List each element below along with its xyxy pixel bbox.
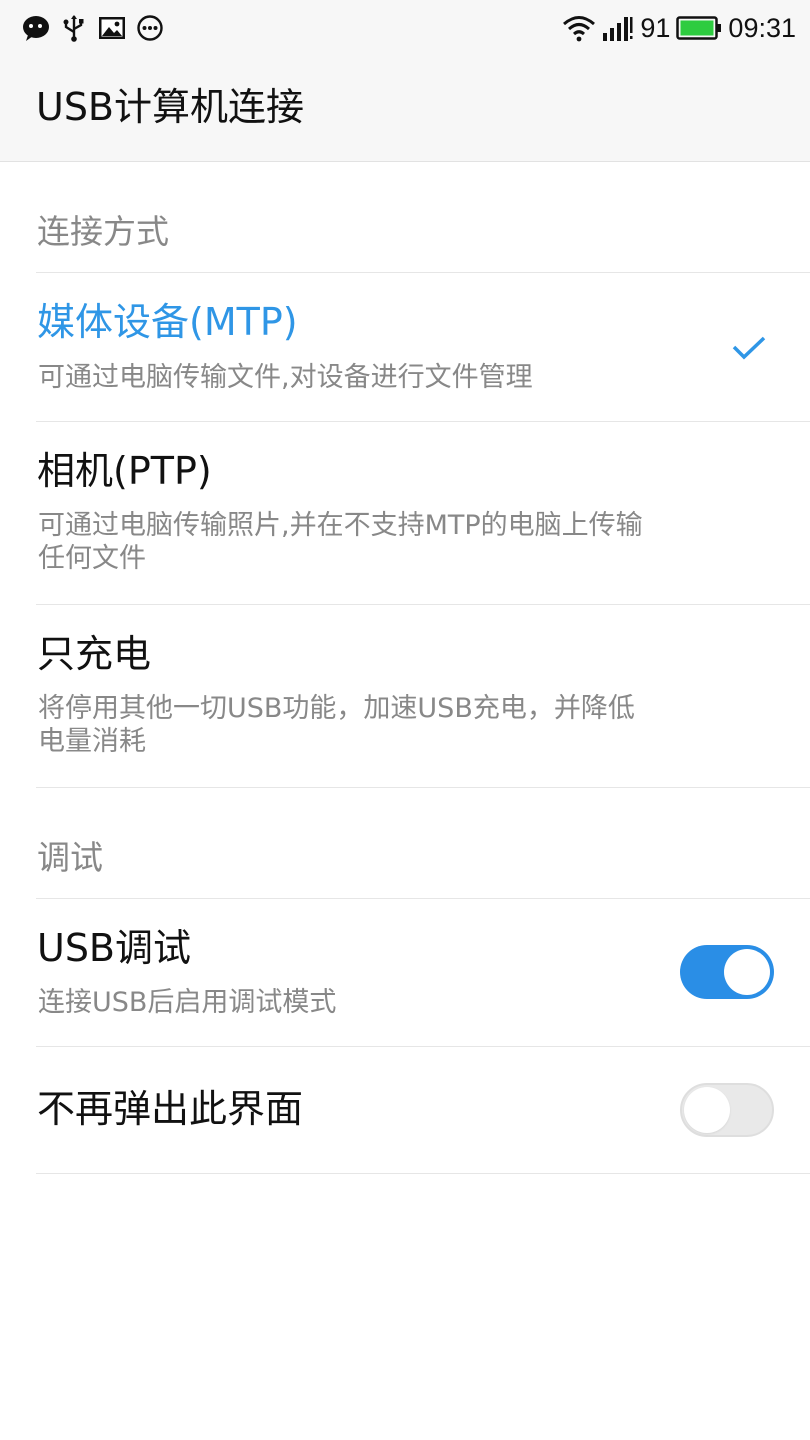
option-ptp-title: 相机(PTP): [37, 449, 212, 493]
app-header: USB计算机连接: [0, 56, 810, 162]
usb-debug-toggle[interactable]: [680, 945, 774, 999]
page-title: USB计算机连接: [36, 85, 305, 129]
usb-icon: [63, 15, 84, 42]
section-header-connection: 连接方式: [37, 212, 169, 251]
option-charge-only[interactable]: 只充电 将停用其他一切USB功能，加速USB充电，并降低电量消耗: [0, 605, 810, 787]
toggle-knob: [724, 949, 770, 995]
status-bar: 91 09:31: [0, 0, 810, 56]
section-header-debug: 调试: [37, 838, 103, 877]
option-mtp-title: 媒体设备(MTP): [37, 300, 298, 344]
divider: [36, 787, 810, 788]
option-mtp[interactable]: 媒体设备(MTP) 可通过电脑传输文件,对设备进行文件管理: [0, 273, 810, 421]
signal-icon: [603, 17, 633, 41]
gallery-icon: [99, 17, 125, 39]
option-charge-only-subtitle: 将停用其他一切USB功能，加速USB充电，并降低电量消耗: [38, 693, 635, 757]
toggle-knob: [684, 1087, 730, 1133]
more-dots-icon: [137, 15, 163, 41]
usb-debug-title: USB调试: [37, 926, 192, 970]
wifi-icon: [563, 16, 596, 42]
battery-icon: [676, 16, 722, 40]
option-charge-only-title: 只充电: [37, 632, 152, 676]
option-mtp-subtitle: 可通过电脑传输文件,对设备进行文件管理: [38, 362, 533, 393]
no-popup-title: 不再弹出此界面: [37, 1087, 304, 1131]
option-ptp[interactable]: 相机(PTP) 可通过电脑传输照片,并在不支持MTP的电脑上传输任何文件: [0, 422, 810, 604]
system-status: 91 09:31: [562, 10, 796, 46]
no-popup-row[interactable]: 不再弹出此界面: [0, 1047, 810, 1173]
checkmark-icon: [732, 336, 766, 360]
clock: 09:31: [728, 13, 796, 43]
usb-debug-row[interactable]: USB调试 连接USB后启用调试模式: [0, 899, 810, 1046]
usb-connection-screen: 91 09:31 USB计算机连接 连接方式 媒体设备(MTP) 可通过电脑传输…: [0, 0, 810, 1440]
no-popup-toggle[interactable]: [680, 1083, 774, 1137]
divider: [36, 1173, 810, 1174]
chat-icon: [23, 16, 49, 41]
notification-icons: [22, 12, 164, 44]
option-ptp-subtitle: 可通过电脑传输照片,并在不支持MTP的电脑上传输任何文件: [38, 510, 643, 574]
usb-debug-subtitle: 连接USB后启用调试模式: [38, 987, 337, 1018]
signal-text: 91: [640, 13, 671, 43]
